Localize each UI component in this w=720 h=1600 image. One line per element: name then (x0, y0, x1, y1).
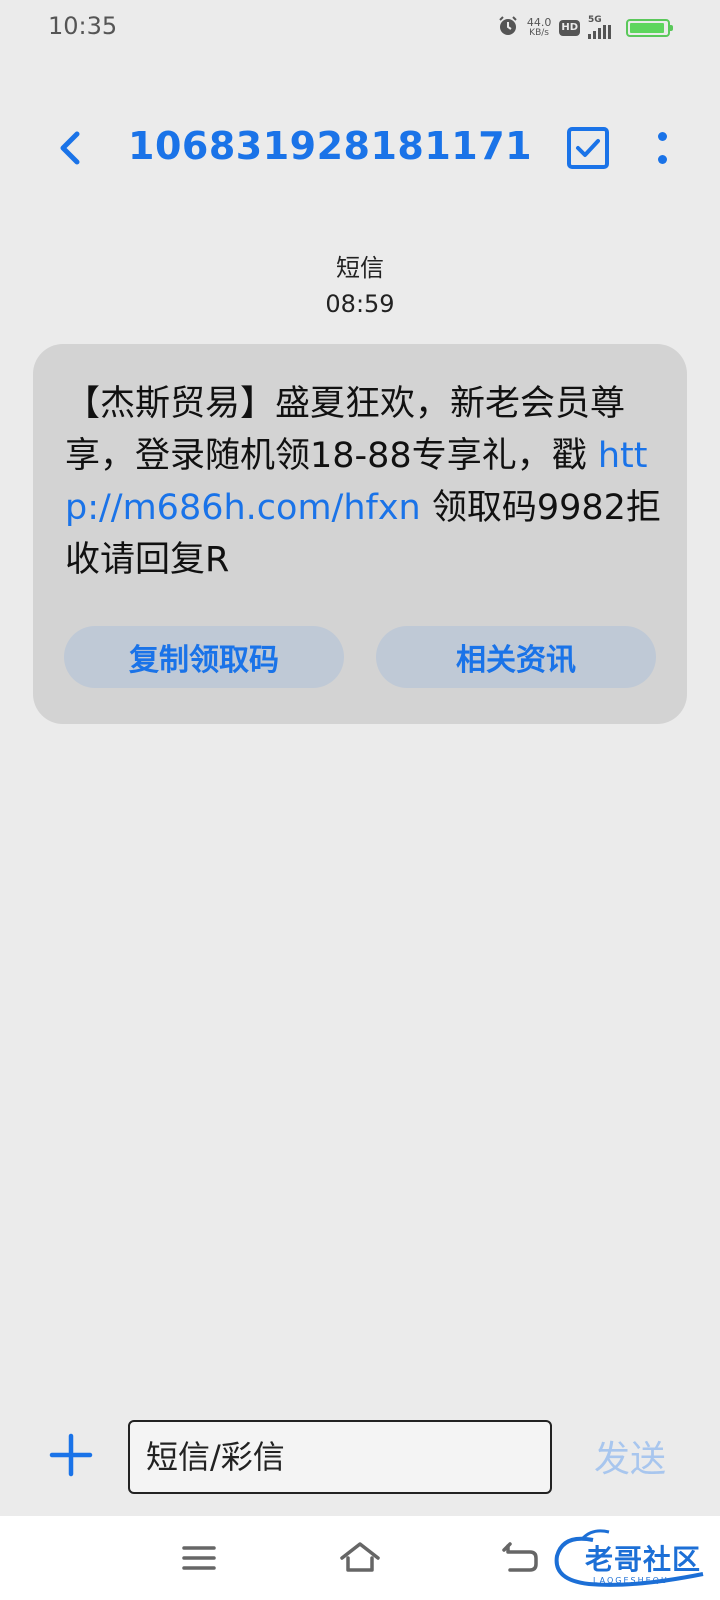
select-checkbox-icon (566, 127, 610, 174)
battery-level (630, 23, 665, 33)
watermark-subtext: LAOGESHEQU (593, 1576, 669, 1585)
net-speed-unit: KB/s (529, 28, 549, 38)
menu-icon (178, 1546, 222, 1582)
nav-back-button[interactable] (500, 1538, 544, 1578)
net-speed-value: 44.0 (526, 16, 552, 29)
message-text: 【杰斯贸易】盛夏狂欢，新老会员尊享，登录随机领18-88专享礼，戳 http:/… (65, 378, 661, 586)
message-input[interactable] (128, 1420, 552, 1494)
watermark-logo: 老哥社区 LAOGESHEQU (553, 1524, 713, 1592)
copy-code-button[interactable]: 复制领取码 (64, 626, 344, 688)
select-button[interactable] (566, 126, 610, 170)
status-icons: 44.0 KB/s HD 5G (497, 14, 673, 42)
more-vert-icon (657, 132, 667, 141)
composer: 发送 (0, 1410, 720, 1500)
message-type-label: 短信 (336, 254, 384, 282)
battery-icon (626, 19, 673, 37)
navigation-bar: 老哥社区 LAOGESHEQU (0, 1516, 720, 1600)
message-meta: 短信 08:59 (0, 250, 720, 322)
message-bubble[interactable]: 【杰斯贸易】盛夏狂欢，新老会员尊享，登录随机领18-88专享礼，戳 http:/… (33, 344, 687, 724)
message-time: 08:59 (325, 290, 395, 318)
back-icon (57, 130, 83, 170)
status-time: 10:35 (48, 12, 118, 40)
send-button[interactable]: 发送 (594, 1430, 666, 1482)
plus-icon (48, 1433, 94, 1482)
more-options-button[interactable] (648, 124, 676, 172)
watermark-text: 老哥社区 (585, 1543, 702, 1576)
alarm-icon (497, 15, 519, 41)
home-icon (338, 1542, 382, 1582)
home-button[interactable] (338, 1538, 382, 1578)
hd-badge: HD (559, 20, 580, 36)
back-button[interactable] (50, 128, 90, 172)
network-type: 5G (588, 15, 602, 25)
recent-apps-button[interactable] (178, 1538, 222, 1578)
return-icon (500, 1542, 544, 1582)
related-info-button[interactable]: 相关资讯 (376, 626, 656, 688)
message-actions: 复制领取码 相关资讯 (64, 626, 656, 688)
add-attachment-button[interactable] (48, 1432, 94, 1478)
contact-number[interactable]: 106831928181171 (128, 124, 532, 168)
message-text-part-1: 【杰斯贸易】盛夏狂欢，新老会员尊享，登录随机领18-88专享礼，戳 (65, 384, 626, 476)
network-speed: 44.0 KB/s (527, 17, 552, 39)
status-bar: 10:35 44.0 KB/s HD 5G (0, 0, 720, 56)
signal-icon: 5G (588, 15, 618, 39)
